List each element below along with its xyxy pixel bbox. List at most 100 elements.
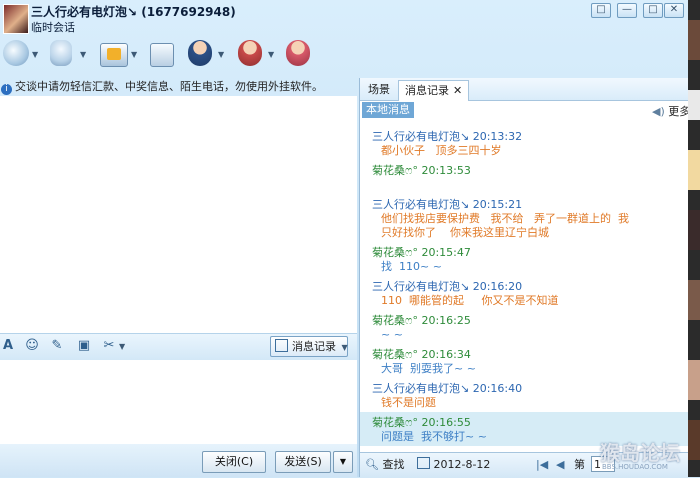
- message-sender: 三人行必有电灯泡↘: [372, 198, 470, 211]
- message-text: ~ ~: [381, 328, 403, 341]
- tab-bar: 场景 消息记录 ✕: [360, 78, 689, 101]
- message-header: 三人行必有电灯泡↘ 20:13:32: [372, 128, 522, 144]
- watermark-url: BBS.HOUDAO.COM: [602, 463, 668, 471]
- close-window-button[interactable]: ✕: [664, 3, 684, 18]
- message-sender: 菊花桑ෆ°: [372, 246, 418, 259]
- message-sender: 菊花桑ෆ°: [372, 164, 418, 177]
- message-header: 三人行必有电灯泡↘ 20:15:21: [372, 196, 522, 212]
- notice-text: 交谈中请勿轻信汇款、中奖信息、陌生电话，勿使用外挂软件。: [15, 80, 323, 93]
- tab-scene[interactable]: 场景: [362, 80, 396, 100]
- date-label: 2012-8-12: [433, 458, 491, 471]
- message-sender: 菊花桑ෆ°: [372, 314, 418, 327]
- message-item: 菊花桑ෆ° 20:16:34 大哥 别耍我了~ ~: [360, 344, 689, 376]
- info-icon: i: [1, 84, 12, 95]
- message-time: 20:15:21: [472, 198, 523, 211]
- skin-button[interactable]: □: [591, 3, 611, 18]
- handwriting-icon[interactable]: ✎: [49, 338, 65, 354]
- message-time: 20:13:32: [472, 130, 523, 143]
- message-sender: 三人行必有电灯泡↘: [372, 382, 470, 395]
- message-text: 110 哪能管的起 你又不是不知道: [381, 294, 559, 307]
- message-header: 菊花桑ෆ° 20:16:25: [372, 312, 471, 328]
- message-text: 问题是 我不够打~ ~: [381, 430, 487, 443]
- message-item: 菊花桑ෆ° 20:15:47 找 110~ ~: [360, 242, 689, 274]
- block-user-icon[interactable]: [238, 40, 262, 66]
- security-notice: i 交谈中请勿轻信汇款、中奖信息、陌生电话，勿使用外挂软件。: [0, 78, 357, 96]
- close-button[interactable]: 关闭(C): [202, 451, 266, 473]
- watermark-title: 猴岛论坛: [600, 441, 680, 465]
- message-time: 20:16:40: [472, 382, 523, 395]
- transfer-file-icon[interactable]: [100, 43, 128, 67]
- message-time: 20:13:53: [421, 164, 471, 177]
- page-label: 第: [574, 458, 585, 471]
- send-bar: 关闭(C) 发送(S) ▼: [0, 444, 357, 477]
- message-item: 三人行必有电灯泡↘ 20:16:40 钱不是问题: [360, 378, 689, 410]
- voice-call-icon[interactable]: [50, 40, 72, 66]
- message-input[interactable]: [0, 360, 357, 444]
- message-item: 三人行必有电灯泡↘ 20:13:32 都小伙子 顶多三四十岁: [360, 126, 689, 158]
- prev-page-icon[interactable]: ◀: [556, 457, 564, 473]
- history-icon: [275, 339, 288, 352]
- first-page-icon[interactable]: |◀: [536, 457, 548, 473]
- police-icon[interactable]: [188, 40, 212, 66]
- tab-message-record[interactable]: 消息记录 ✕: [398, 80, 470, 101]
- format-toolbar: A ☺ ✎ ▣ ✂ ▼ 消息记录 ▼: [0, 333, 357, 360]
- send-options-button[interactable]: ▼: [333, 451, 353, 473]
- message-sender: 菊花桑ෆ°: [372, 348, 418, 361]
- message-record-button[interactable]: 消息记录 ▼: [270, 336, 348, 357]
- chevron-down-icon[interactable]: ▼: [268, 50, 274, 59]
- message-time: 20:16:34: [421, 348, 471, 361]
- message-time: 20:15:47: [421, 246, 471, 259]
- message-text: 大哥 别耍我了~ ~: [381, 362, 476, 375]
- watermark: 猴岛论坛 BBS.HOUDAO.COM: [600, 437, 690, 477]
- message-record-label: 消息记录: [292, 340, 336, 353]
- date-picker[interactable]: 2012-8-12: [417, 457, 490, 473]
- image-icon[interactable]: ▣: [76, 338, 92, 354]
- calendar-icon: [417, 457, 430, 469]
- more-label: 更多: [668, 105, 691, 118]
- message-header: 菊花桑ෆ° 20:16:55: [372, 414, 471, 430]
- message-record-pane: 场景 消息记录 ✕ 本地消息 ◀) 更多 三人行必有电灯泡↘ 20:13:32 都…: [359, 78, 690, 478]
- message-text: 钱不是问题: [381, 396, 436, 409]
- video-call-icon[interactable]: [3, 40, 29, 66]
- send-button[interactable]: 发送(S): [275, 451, 331, 473]
- message-sender: 三人行必有电灯泡↘: [372, 130, 470, 143]
- more-menu[interactable]: ◀) 更多: [652, 103, 690, 119]
- message-list[interactable]: 三人行必有电灯泡↘ 20:13:32 都小伙子 顶多三四十岁 菊花桑ෆ° 20:…: [360, 122, 689, 452]
- app-icon[interactable]: [150, 43, 174, 67]
- background-window-strip: [688, 0, 700, 477]
- chevron-down-icon[interactable]: ▼: [32, 50, 38, 59]
- search-label: 查找: [382, 458, 405, 471]
- chevron-down-icon[interactable]: ▼: [218, 50, 224, 59]
- toolbar: ▼ ▼ ▼ ▼ ▼: [0, 38, 688, 74]
- chat-window: 三人行必有电灯泡↘ (1677692948) 临时会话 □ — □ ✕ ▼ ▼ …: [0, 0, 690, 478]
- message-time: 20:16:20: [472, 280, 523, 293]
- message-header: 三人行必有电灯泡↘ 20:16:20: [372, 278, 522, 294]
- add-friend-icon[interactable]: [286, 40, 310, 66]
- chevron-down-icon[interactable]: ▼: [119, 342, 125, 351]
- avatar[interactable]: [3, 4, 29, 34]
- message-item: 三人行必有电灯泡↘ 20:15:21 他们找我店要保护费 我不给 弄了一群道上的…: [360, 194, 689, 240]
- message-time: 20:16:25: [421, 314, 471, 327]
- font-icon[interactable]: A: [0, 338, 16, 354]
- message-header: 菊花桑ෆ° 20:15:47: [372, 244, 471, 260]
- message-text: 他们找我店要保护费 我不给 弄了一群道上的 我 只好找你了 你来我这里辽宁白城: [381, 212, 629, 239]
- search-button[interactable]: 🔍︎ 查找: [365, 457, 404, 473]
- message-header: 菊花桑ෆ° 20:13:53: [372, 162, 471, 178]
- screenshot-scissors-icon[interactable]: ✂: [101, 338, 117, 354]
- message-header: 菊花桑ෆ° 20:16:34: [372, 346, 471, 362]
- search-icon: 🔍︎: [365, 458, 379, 471]
- maximize-button[interactable]: □: [643, 3, 663, 18]
- chat-display-area[interactable]: [0, 96, 357, 333]
- chevron-down-icon[interactable]: ▼: [80, 50, 86, 59]
- speaker-icon: ◀): [652, 105, 665, 118]
- session-type: 临时会话: [31, 21, 75, 34]
- emoji-icon[interactable]: ☺: [24, 338, 40, 354]
- message-text: 找 110~ ~: [381, 260, 442, 273]
- message-text: 都小伙子 顶多三四十岁: [381, 144, 502, 157]
- message-item: 菊花桑ෆ° 20:16:25 ~ ~: [360, 310, 689, 342]
- message-sender: 菊花桑ෆ°: [372, 416, 418, 429]
- minimize-button[interactable]: —: [617, 3, 637, 18]
- close-icon[interactable]: ✕: [453, 84, 462, 97]
- chevron-down-icon[interactable]: ▼: [131, 50, 137, 59]
- local-messages-tag[interactable]: 本地消息: [362, 102, 414, 118]
